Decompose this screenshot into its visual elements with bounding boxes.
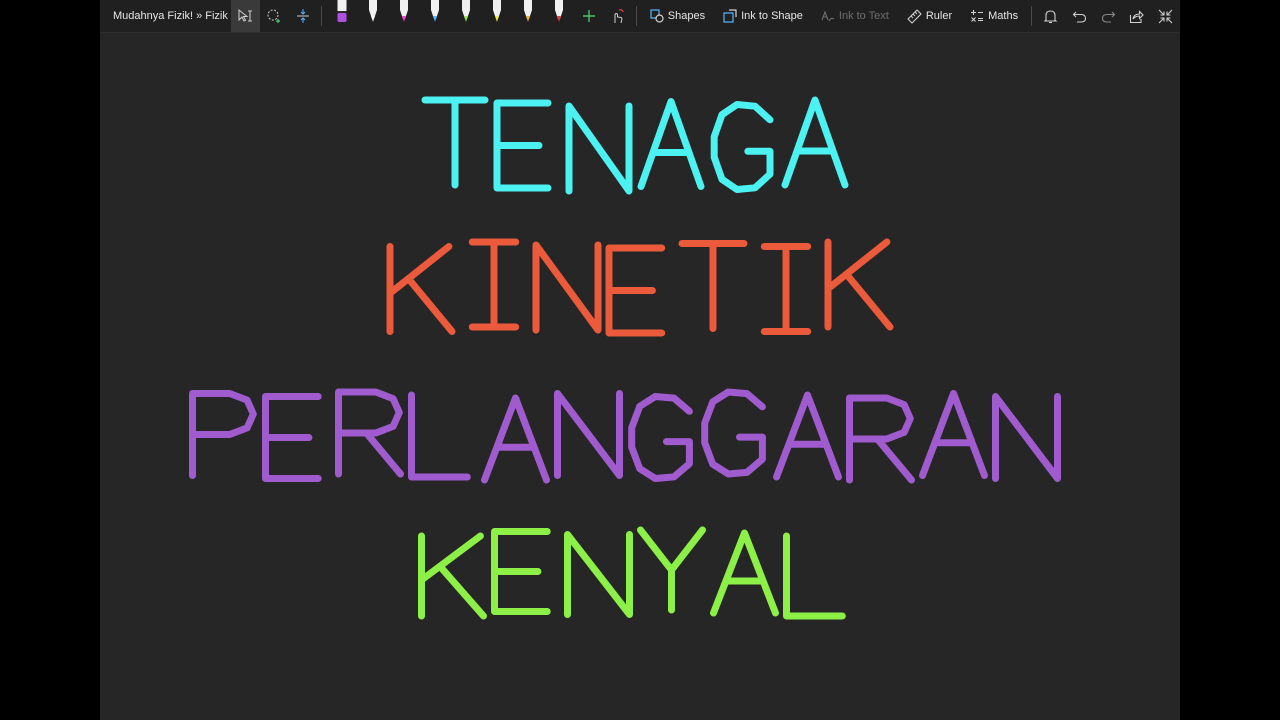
ink-letter-n: [565, 102, 633, 195]
ink-letter-k: [418, 532, 487, 620]
ink-letter-l: [783, 532, 846, 620]
pen-red-icon: [554, 0, 563, 22]
ink-letter-n: [564, 531, 633, 618]
lasso-select-button[interactable]: [260, 0, 289, 32]
ink-word-kinetik[interactable]: KINETIK: [386, 238, 894, 337]
ink-word-kenyal[interactable]: KENYAL: [418, 526, 846, 620]
notifications-button[interactable]: [1036, 0, 1065, 32]
pen-white-button[interactable]: [357, 0, 388, 32]
ink-letter-r: [846, 394, 915, 484]
pen-orange-button[interactable]: [512, 0, 543, 32]
pen-red-button[interactable]: [543, 0, 574, 32]
page-canvas[interactable]: TENAGA KINETIK PERLANGGARAN KENYAL: [100, 33, 1180, 720]
ink-letter-e: [605, 244, 666, 337]
ink-letter-k: [386, 243, 456, 335]
ink-word-tenaga[interactable]: TENAGA: [421, 96, 849, 195]
ink-to-shape-icon: [723, 9, 737, 23]
maths-label: Maths: [988, 10, 1019, 22]
ink-drawing[interactable]: TENAGA KINETIK PERLANGGARAN KENYAL: [100, 33, 1180, 720]
pen-yellow-icon: [492, 0, 501, 22]
ink-letter-a: [919, 390, 988, 479]
ink-letter-n: [992, 393, 1061, 482]
touch-draw-icon: [614, 9, 625, 24]
toolbar-separator: [635, 6, 637, 26]
ink-letter-i: [468, 238, 520, 331]
ink-letter-i: [760, 243, 812, 335]
lasso-select-icon: [267, 9, 281, 23]
shapes-button[interactable]: Shapes: [641, 0, 714, 32]
ink-letter-n: [554, 390, 623, 479]
breadcrumb-separator: »: [196, 10, 203, 22]
bell-icon: [1043, 9, 1058, 23]
ink-letter-a: [781, 96, 849, 189]
ink-letter-y: [637, 526, 706, 614]
add-pen-button[interactable]: [574, 0, 603, 32]
maths-button[interactable]: Maths: [961, 0, 1027, 32]
highlighter-purple-button[interactable]: [326, 0, 357, 32]
ink-to-text-label: Ink to Text: [838, 10, 889, 22]
redo-icon: [1101, 11, 1115, 23]
pen-green-icon: [461, 0, 470, 22]
breadcrumb-section[interactable]: Fizik: [205, 10, 228, 22]
ink-letter-a: [637, 98, 705, 190]
toolbar-separator: [1031, 6, 1033, 26]
pen-tray: [326, 0, 574, 32]
ink-letter-r: [335, 388, 404, 478]
share-button[interactable]: [1122, 0, 1151, 32]
breadcrumb-notebook[interactable]: Mudahnya Fizik!: [113, 10, 193, 22]
ink-letter-k: [824, 238, 894, 331]
ink-letter-a: [481, 394, 550, 484]
pen-pink-button[interactable]: [388, 0, 419, 32]
ink-to-text-icon: [821, 10, 835, 22]
redo-button[interactable]: [1094, 0, 1123, 32]
ink-letter-e: [262, 393, 322, 482]
pen-green-button[interactable]: [450, 0, 481, 32]
ink-letter-n: [532, 241, 602, 334]
collapse-icon: [1158, 9, 1173, 23]
pen-light-blue-button[interactable]: [419, 0, 450, 32]
ruler-label: Ruler: [925, 10, 953, 22]
draw-toolbar: Mudahnya Fizik! » Fizik Shapes Ink to Sh…: [100, 0, 1180, 33]
ruler-icon: [907, 8, 922, 24]
ink-letter-a: [773, 391, 842, 481]
ink-to-text-button[interactable]: Ink to Text: [812, 0, 898, 32]
pen-pink-icon: [399, 0, 408, 22]
ink-word-perlanggaran[interactable]: PERLANGGARAN: [189, 388, 1061, 484]
pen-orange-icon: [523, 0, 532, 22]
breadcrumb[interactable]: Mudahnya Fizik! » Fizik: [100, 10, 231, 22]
ink-letter-l: [408, 391, 471, 481]
pen-light-blue-icon: [430, 0, 439, 22]
insert-space-button[interactable]: [289, 0, 318, 32]
toolbar-separator: [321, 6, 323, 26]
touch-draw-button[interactable]: [603, 0, 632, 32]
ink-letter-e: [493, 99, 552, 192]
maths-icon: [971, 10, 984, 22]
collapse-button[interactable]: [1151, 0, 1180, 32]
type-select-icon: [238, 8, 253, 22]
type-select-button[interactable]: [230, 0, 260, 32]
ink-to-shape-label: Ink to Shape: [741, 10, 803, 22]
share-icon: [1130, 9, 1145, 23]
ruler-button[interactable]: Ruler: [898, 0, 961, 32]
undo-icon: [1072, 11, 1086, 23]
pen-white-icon: [368, 0, 377, 22]
ink-to-shape-button[interactable]: Ink to Shape: [714, 0, 812, 32]
ink-letter-g: [710, 101, 774, 193]
ink-letter-e: [491, 528, 551, 615]
add-pen-icon: [582, 10, 595, 22]
ink-letter-t: [678, 240, 748, 332]
shapes-label: Shapes: [667, 10, 706, 22]
ink-letter-a: [710, 529, 779, 617]
pen-yellow-button[interactable]: [481, 0, 512, 32]
insert-space-icon: [296, 9, 309, 23]
ink-letter-p: [189, 390, 257, 479]
undo-button[interactable]: [1065, 0, 1094, 32]
ink-letter-t: [421, 96, 489, 189]
shapes-icon: [650, 9, 664, 23]
onenote-window: Mudahnya Fizik! » Fizik Shapes Ink to Sh…: [100, 0, 1180, 720]
ink-letter-g: [701, 388, 766, 478]
highlighter-purple-icon: [337, 0, 347, 22]
ink-letter-g: [628, 393, 693, 482]
